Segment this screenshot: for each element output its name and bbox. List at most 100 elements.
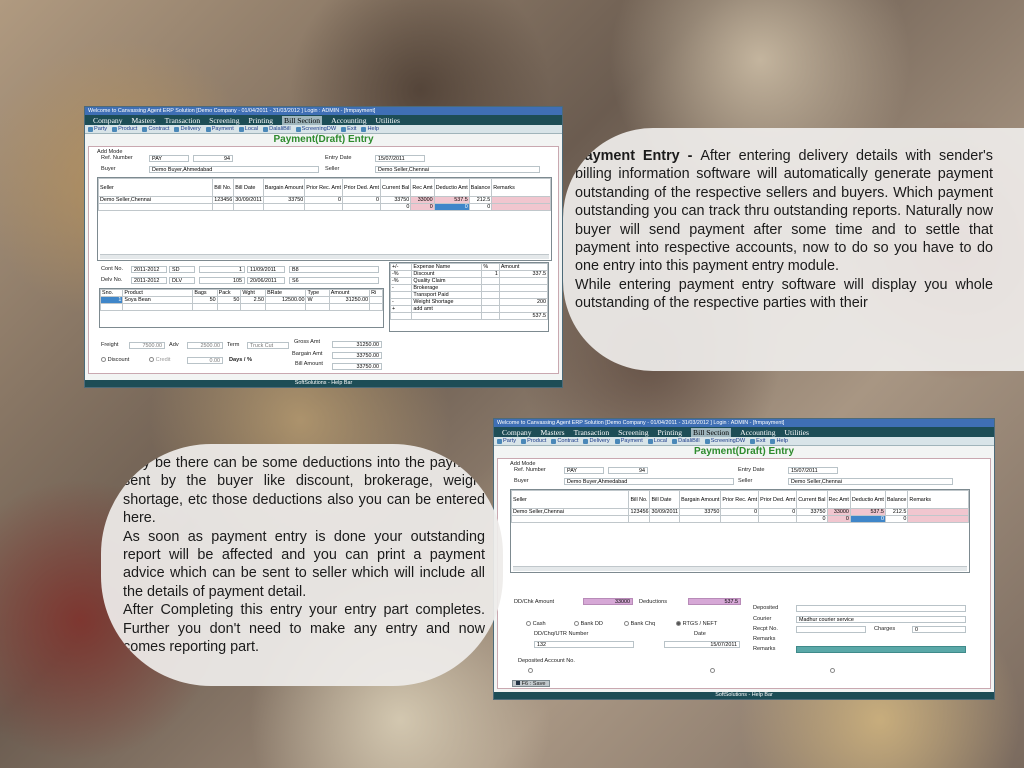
seller-input[interactable]: Demo Seller,Chennai: [375, 166, 540, 173]
deposited-account-radio-1[interactable]: [528, 668, 533, 674]
ref-type-select[interactable]: PAY: [149, 155, 189, 162]
cell-deduction[interactable]: 537.5: [849, 508, 886, 516]
toolbar-contract[interactable]: Contract: [142, 126, 169, 132]
delv-number-input[interactable]: 105: [199, 277, 245, 284]
menu-company[interactable]: Company: [93, 116, 123, 125]
cell-rec-amt[interactable]: 33000: [410, 196, 435, 204]
cell-pack[interactable]: 50: [216, 296, 242, 304]
cell-percent[interactable]: [481, 298, 500, 306]
table-row[interactable]: - Weight Shortage 200: [390, 298, 548, 306]
table-row[interactable]: 0 0 0 0: [98, 203, 551, 211]
menu-masters[interactable]: Masters: [541, 428, 565, 437]
toolbar-payment[interactable]: Payment: [614, 438, 643, 444]
menu-company[interactable]: Company: [502, 428, 532, 437]
cell-bags[interactable]: 50: [192, 296, 218, 304]
buyer-input[interactable]: Demo Buyer,Ahmedabad: [149, 166, 319, 173]
toolbar-exit[interactable]: Exit: [750, 438, 765, 444]
cont-type-select[interactable]: SD: [169, 266, 195, 273]
cont-year-input[interactable]: 2011-2012: [131, 266, 167, 273]
cell-type[interactable]: W: [305, 296, 330, 304]
table-row[interactable]: -% Quality Claim: [390, 277, 548, 285]
cont-date-input[interactable]: 11/09/2011: [247, 266, 285, 273]
cont-extra-input[interactable]: B8: [289, 266, 379, 273]
table-row[interactable]: Transport Paid: [390, 291, 548, 299]
menu-printing[interactable]: Printing: [249, 116, 273, 125]
recpt-no-input[interactable]: [796, 626, 866, 633]
ref-type-select[interactable]: PAY: [564, 467, 604, 474]
toolbar-product[interactable]: Product: [521, 438, 546, 444]
outstanding-grid[interactable]: Seller Bill No. Bill Date Bargain Amount…: [510, 489, 970, 573]
deposited-input[interactable]: [796, 605, 966, 612]
ref-number-input[interactable]: 94: [608, 467, 648, 474]
freight-input[interactable]: 7500.00: [129, 342, 165, 349]
entry-date-input[interactable]: 15/07/2011: [788, 467, 838, 474]
buyer-input[interactable]: Demo Buyer,Ahmedabad: [564, 478, 734, 485]
cell-rec-amt[interactable]: 0: [410, 203, 435, 211]
toolbar-payment[interactable]: Payment: [205, 126, 234, 132]
cell-remarks[interactable]: [907, 508, 969, 516]
table-row[interactable]: + add amt: [390, 305, 548, 313]
cell-product[interactable]: Soya Bean: [122, 296, 194, 304]
date-input[interactable]: 15/07/2011: [664, 641, 740, 648]
toolbar-screeningdw[interactable]: ScreeningDW: [704, 438, 745, 444]
menu-screening[interactable]: Screening: [618, 428, 648, 437]
charges-input[interactable]: 0: [912, 626, 966, 633]
cell-remarks[interactable]: [491, 196, 551, 204]
cell-remarks[interactable]: [491, 203, 551, 211]
cell-expense-amount[interactable]: 337.5: [498, 270, 548, 278]
toolbar-delivery[interactable]: Delivery: [174, 126, 201, 132]
table-row[interactable]: 0 0 0 0: [511, 515, 969, 523]
cell-expense-amount[interactable]: 200: [498, 298, 548, 306]
cell-rec-amt[interactable]: 0: [826, 515, 851, 523]
cash-radio[interactable]: Cash: [526, 621, 546, 627]
deposited-account-radio-2[interactable]: [710, 668, 715, 674]
save-button[interactable]: F6 : Save: [512, 680, 550, 687]
cell-deduction[interactable]: 0: [849, 515, 886, 523]
cell-expense-amount[interactable]: [498, 284, 548, 292]
dd-amount-input[interactable]: 33000: [583, 598, 633, 605]
toolbar-delivery[interactable]: Delivery: [583, 438, 610, 444]
cell-percent[interactable]: [481, 291, 500, 299]
toolbar-party[interactable]: Party: [497, 438, 516, 444]
toolbar-screeningdw[interactable]: ScreeningDW: [295, 126, 336, 132]
menu-masters[interactable]: Masters: [132, 116, 156, 125]
toolbar-help[interactable]: Help: [770, 438, 788, 444]
grid-scrollbar[interactable]: [513, 566, 967, 571]
table-row[interactable]: Demo Seller,Chennai 123456 30/09/2011 33…: [98, 196, 551, 204]
credit-input[interactable]: 0.00: [187, 357, 223, 364]
deposited-account-radio-3[interactable]: [830, 668, 835, 674]
toolbar-product[interactable]: Product: [112, 126, 137, 132]
entry-date-input[interactable]: 15/07/2011: [375, 155, 425, 162]
toolbar-local[interactable]: Local: [238, 126, 258, 132]
menu-transaction[interactable]: Transaction: [165, 116, 201, 125]
table-row[interactable]: -% Discount 1 337.5: [390, 270, 548, 278]
expense-grid[interactable]: +/- Expense Name % Amount -% Discount 1 337…: [389, 262, 549, 332]
toolbar-dalalibill[interactable]: DalaliBill: [672, 438, 700, 444]
adv-input[interactable]: 2500.00: [187, 342, 223, 349]
grid-scrollbar[interactable]: [100, 254, 549, 259]
cell-brate[interactable]: 12500.00: [265, 296, 307, 304]
cell-expense-amount[interactable]: [498, 291, 548, 299]
menu-utilities[interactable]: Utilities: [376, 116, 400, 125]
toolbar-contract[interactable]: Contract: [551, 438, 578, 444]
menu-bill-section[interactable]: Bill Section: [282, 115, 323, 125]
cell-percent[interactable]: 1: [481, 270, 500, 278]
menu-bill-section[interactable]: Bill Section: [691, 427, 732, 437]
seller-input[interactable]: Demo Seller,Chennai: [788, 478, 953, 485]
toolbar-exit[interactable]: Exit: [341, 126, 356, 132]
bank-dd-radio[interactable]: Bank DD: [574, 621, 603, 627]
cell-expense-amount[interactable]: [498, 305, 548, 313]
table-row[interactable]: - Brokerage: [390, 284, 548, 292]
table-row[interactable]: Demo Seller,Chennai 123456 30/09/2011 33…: [511, 508, 969, 516]
cell-percent[interactable]: [481, 284, 500, 292]
delv-date-input[interactable]: 20/06/2011: [247, 277, 285, 284]
credit-radio[interactable]: Credit: [149, 357, 170, 363]
cont-number-input[interactable]: 1: [199, 266, 245, 273]
menu-transaction[interactable]: Transaction: [574, 428, 610, 437]
cell-wght[interactable]: 2.50: [240, 296, 267, 304]
term-input[interactable]: Truck Cut: [247, 342, 289, 349]
table-row[interactable]: [100, 303, 383, 311]
product-grid[interactable]: Sno. Product Bags Pack Wght BRate Type A…: [99, 288, 384, 328]
delv-year-input[interactable]: 2011-2012: [131, 277, 167, 284]
table-row[interactable]: 1 Soya Bean 50 50 2.50 12500.00 W 31250.…: [100, 296, 383, 304]
